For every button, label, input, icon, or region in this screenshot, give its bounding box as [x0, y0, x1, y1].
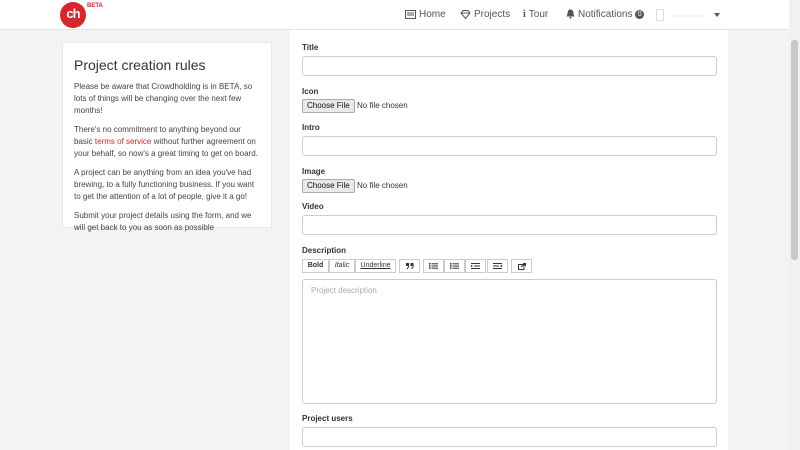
description-label: Description — [302, 246, 347, 255]
icon-choose-file-button[interactable]: Choose File — [302, 99, 355, 113]
crowdholding-logo[interactable]: ch — [60, 2, 86, 28]
rules-paragraph-terms: There's no commitment to anything beyond… — [74, 124, 260, 160]
project-users-label: Project users — [302, 414, 353, 423]
unordered-list-button[interactable] — [423, 259, 444, 273]
image-choose-file-button[interactable]: Choose File — [302, 179, 355, 193]
icon-label: Icon — [302, 87, 319, 96]
insert-link-button[interactable] — [511, 259, 532, 273]
rules-paragraph-project: A project can be anything from an idea y… — [74, 168, 255, 201]
icon-file-status: No file chosen — [357, 101, 408, 110]
image-label: Image — [302, 167, 326, 176]
outdent-button[interactable] — [465, 259, 486, 273]
user-name-placeholder[interactable] — [672, 15, 702, 17]
indent-icon — [493, 263, 502, 269]
video-input[interactable] — [302, 215, 717, 235]
user-avatar[interactable] — [656, 9, 664, 21]
title-label: Title — [302, 43, 319, 52]
project-users-input[interactable] — [302, 427, 717, 447]
intro-label: Intro — [302, 123, 320, 132]
terms-of-service-link[interactable]: terms of service — [95, 137, 151, 146]
home-icon — [405, 10, 416, 19]
top-navbar: ch BETA Home Projects i Tour Notification… — [0, 0, 800, 30]
ordered-list-button[interactable] — [444, 259, 465, 273]
nav-notifications-label: Notifications — [578, 9, 633, 20]
description-placeholder: Project description — [311, 286, 377, 295]
bold-button[interactable]: Bold — [302, 259, 329, 273]
description-editor[interactable]: Project description — [302, 279, 717, 404]
nav-notifications[interactable]: Notifications 0 — [566, 0, 645, 30]
blockquote-button[interactable] — [399, 259, 420, 273]
share-icon — [517, 263, 526, 270]
rules-paragraph-beta: Please be aware that Crowdholding is in … — [74, 82, 253, 115]
unordered-list-icon — [429, 263, 438, 269]
indent-button[interactable] — [487, 259, 508, 273]
user-menu-caret-icon[interactable] — [714, 13, 720, 17]
intro-input[interactable] — [302, 136, 717, 156]
underline-button[interactable]: Underline — [355, 259, 396, 273]
outdent-icon — [471, 263, 480, 269]
nav-home[interactable]: Home — [405, 0, 446, 30]
notification-count-badge: 0 — [635, 10, 645, 19]
nav-tour-label: Tour — [528, 9, 549, 20]
scrollbar-thumb[interactable] — [791, 40, 798, 260]
nav-projects-label: Projects — [474, 9, 511, 20]
italic-button[interactable]: Italic — [329, 259, 355, 273]
rules-title: Project creation rules — [74, 57, 206, 73]
quote-icon — [405, 263, 414, 270]
info-icon: i — [523, 9, 526, 20]
ordered-list-icon — [450, 263, 459, 269]
image-file-status: No file chosen — [357, 181, 408, 190]
nav-projects[interactable]: Projects — [460, 0, 510, 30]
video-label: Video — [302, 202, 324, 211]
rules-paragraph-submit: Submit your project details using the fo… — [74, 211, 252, 232]
nav-tour[interactable]: i Tour — [523, 0, 548, 30]
bell-icon — [566, 9, 575, 19]
diamond-icon — [460, 10, 471, 20]
nav-home-label: Home — [419, 9, 446, 20]
title-input[interactable] — [302, 56, 717, 76]
project-rules-panel: Project creation rules Please be aware t… — [62, 42, 272, 232]
beta-label: BETA — [87, 3, 103, 9]
